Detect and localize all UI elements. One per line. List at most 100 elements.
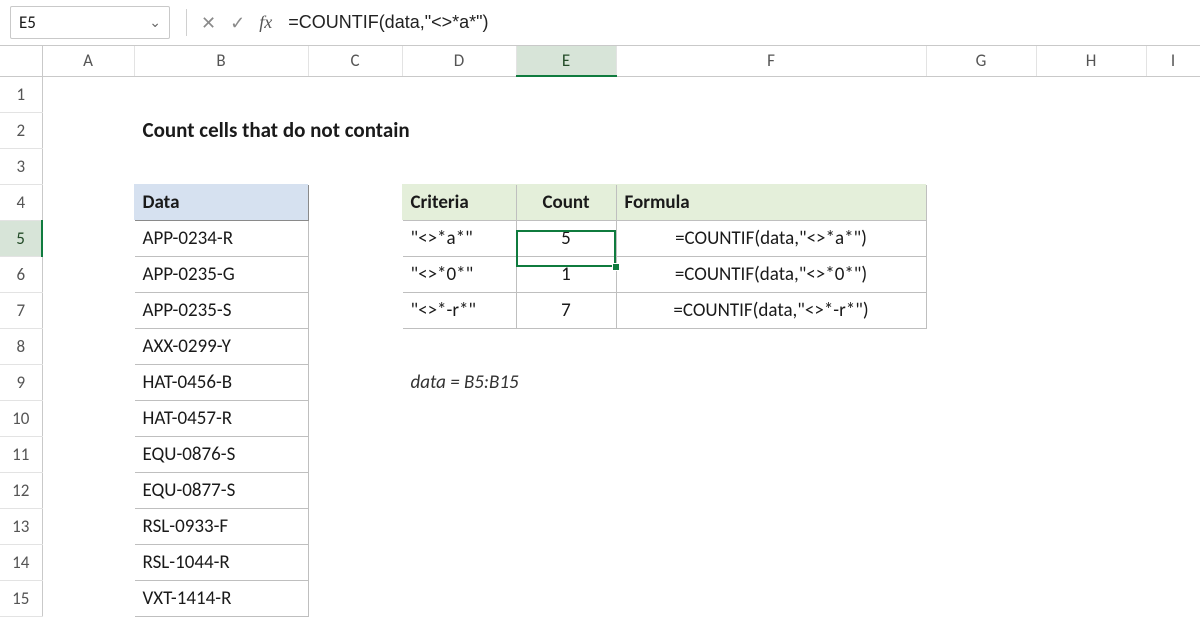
cell[interactable] bbox=[42, 400, 134, 436]
cell[interactable] bbox=[926, 544, 1036, 580]
cell[interactable] bbox=[42, 364, 134, 400]
cell[interactable] bbox=[1036, 400, 1146, 436]
select-all-corner[interactable] bbox=[0, 46, 42, 76]
cell[interactable] bbox=[616, 544, 926, 580]
cell[interactable] bbox=[926, 184, 1036, 220]
cell[interactable] bbox=[42, 436, 134, 472]
cell[interactable] bbox=[1036, 184, 1146, 220]
col-header-G[interactable]: G bbox=[926, 46, 1036, 76]
cell[interactable] bbox=[516, 544, 616, 580]
col-header-F[interactable]: F bbox=[616, 46, 926, 76]
cell[interactable] bbox=[42, 580, 134, 616]
cell[interactable] bbox=[308, 76, 402, 112]
cell[interactable] bbox=[1036, 328, 1146, 364]
cell[interactable] bbox=[402, 148, 516, 184]
cell[interactable] bbox=[516, 400, 616, 436]
cell[interactable] bbox=[42, 328, 134, 364]
cell[interactable] bbox=[134, 76, 308, 112]
cell[interactable] bbox=[516, 148, 616, 184]
cell[interactable] bbox=[616, 436, 926, 472]
cell[interactable] bbox=[42, 76, 134, 112]
count-cell[interactable]: 1 bbox=[516, 256, 616, 292]
col-header-H[interactable]: H bbox=[1036, 46, 1146, 76]
cell[interactable] bbox=[1146, 76, 1200, 112]
data-cell[interactable]: RSL-1044-R bbox=[134, 544, 308, 580]
cell[interactable] bbox=[926, 400, 1036, 436]
formula-header[interactable]: Formula bbox=[616, 184, 926, 220]
cell[interactable] bbox=[516, 508, 616, 544]
row-header-4[interactable]: 4 bbox=[0, 184, 42, 220]
cell[interactable] bbox=[1036, 76, 1146, 112]
cell[interactable] bbox=[926, 580, 1036, 616]
formula-cell[interactable]: =COUNTIF(data,"<>*0*") bbox=[616, 256, 926, 292]
cell[interactable] bbox=[1036, 472, 1146, 508]
cell[interactable] bbox=[516, 580, 616, 616]
cell[interactable] bbox=[1146, 328, 1200, 364]
cell[interactable] bbox=[308, 472, 402, 508]
cell[interactable] bbox=[926, 472, 1036, 508]
cell[interactable] bbox=[1036, 112, 1146, 148]
cell[interactable] bbox=[1146, 400, 1200, 436]
cell[interactable] bbox=[1146, 472, 1200, 508]
data-cell[interactable]: HAT-0457-R bbox=[134, 400, 308, 436]
row-header-8[interactable]: 8 bbox=[0, 328, 42, 364]
row-header-1[interactable]: 1 bbox=[0, 76, 42, 112]
cell[interactable] bbox=[1146, 544, 1200, 580]
cell[interactable] bbox=[1036, 544, 1146, 580]
cell[interactable] bbox=[308, 580, 402, 616]
cell[interactable] bbox=[308, 256, 402, 292]
cell[interactable] bbox=[926, 256, 1036, 292]
data-cell[interactable]: RSL-0933-F bbox=[134, 508, 308, 544]
cell[interactable] bbox=[616, 328, 926, 364]
cell[interactable] bbox=[402, 508, 516, 544]
cell[interactable] bbox=[516, 472, 616, 508]
cell[interactable] bbox=[1146, 292, 1200, 328]
cell[interactable] bbox=[926, 364, 1036, 400]
data-cell[interactable]: HAT-0456-B bbox=[134, 364, 308, 400]
formula-input[interactable] bbox=[282, 0, 1200, 45]
count-header[interactable]: Count bbox=[516, 184, 616, 220]
cell[interactable] bbox=[1036, 148, 1146, 184]
cell[interactable] bbox=[1036, 292, 1146, 328]
cell[interactable] bbox=[926, 112, 1036, 148]
cell[interactable] bbox=[926, 328, 1036, 364]
row-header-3[interactable]: 3 bbox=[0, 148, 42, 184]
cell[interactable] bbox=[308, 364, 402, 400]
cell[interactable] bbox=[42, 472, 134, 508]
criteria-cell[interactable]: "<>*0*" bbox=[402, 256, 516, 292]
col-header-B[interactable]: B bbox=[134, 46, 308, 76]
cell[interactable] bbox=[616, 400, 926, 436]
cell[interactable] bbox=[616, 472, 926, 508]
cell[interactable] bbox=[516, 76, 616, 112]
cell[interactable] bbox=[616, 76, 926, 112]
cell[interactable] bbox=[308, 400, 402, 436]
cell[interactable] bbox=[1036, 436, 1146, 472]
cell[interactable] bbox=[42, 292, 134, 328]
cell[interactable] bbox=[926, 220, 1036, 256]
data-cell[interactable]: APP-0235-G bbox=[134, 256, 308, 292]
cell[interactable] bbox=[926, 436, 1036, 472]
cell[interactable] bbox=[308, 184, 402, 220]
cell[interactable] bbox=[308, 148, 402, 184]
cell[interactable] bbox=[42, 112, 134, 148]
cell[interactable] bbox=[308, 436, 402, 472]
count-cell-active[interactable]: 5 bbox=[516, 220, 616, 256]
cell[interactable] bbox=[1036, 364, 1146, 400]
col-header-A[interactable]: A bbox=[42, 46, 134, 76]
cell[interactable] bbox=[42, 220, 134, 256]
cell[interactable] bbox=[402, 328, 516, 364]
criteria-header[interactable]: Criteria bbox=[402, 184, 516, 220]
count-cell[interactable]: 7 bbox=[516, 292, 616, 328]
cell[interactable] bbox=[402, 400, 516, 436]
cell[interactable] bbox=[42, 148, 134, 184]
cell[interactable] bbox=[1146, 256, 1200, 292]
confirm-icon[interactable]: ✓ bbox=[230, 12, 245, 34]
cell[interactable] bbox=[402, 76, 516, 112]
row-header-15[interactable]: 15 bbox=[0, 580, 42, 616]
col-header-E[interactable]: E bbox=[516, 46, 616, 76]
cell[interactable] bbox=[616, 112, 926, 148]
name-box[interactable]: E5 ⌄ bbox=[10, 6, 170, 39]
cell[interactable] bbox=[1036, 220, 1146, 256]
cell[interactable] bbox=[1146, 364, 1200, 400]
row-header-14[interactable]: 14 bbox=[0, 544, 42, 580]
